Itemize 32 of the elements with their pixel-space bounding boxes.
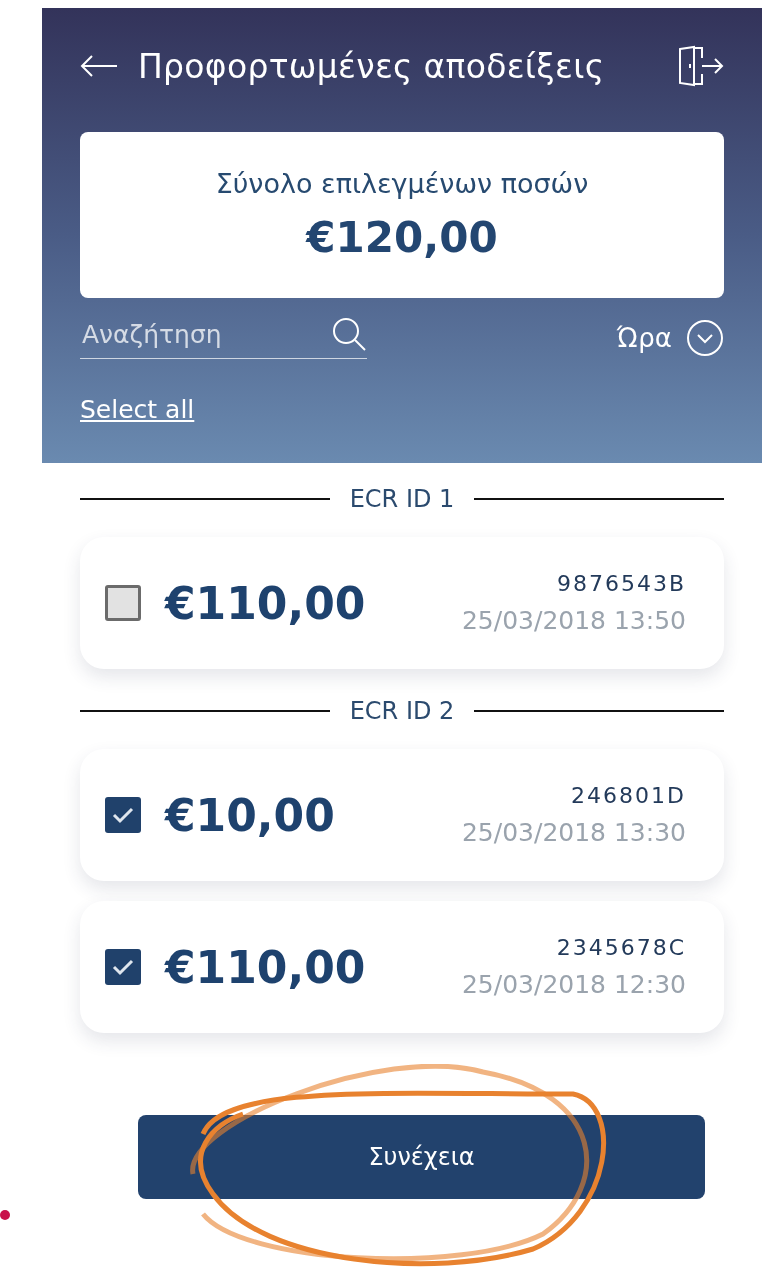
- search-icon: [331, 316, 367, 352]
- back-arrow-icon[interactable]: [80, 54, 118, 78]
- marker-dot: [0, 1210, 10, 1220]
- receipt-code: 2345678C: [556, 935, 686, 960]
- continue-button[interactable]: Συνέχεια: [138, 1115, 705, 1199]
- checkmark-icon: [112, 806, 134, 824]
- select-all-link[interactable]: Select all: [80, 395, 195, 424]
- receipt-datetime: 25/03/2018 12:30: [461, 970, 686, 999]
- receipt-card[interactable]: €110,00 9876543B 25/03/2018 13:50: [80, 537, 724, 669]
- receipt-card[interactable]: €10,00 246801D 25/03/2018 13:30: [80, 749, 724, 881]
- receipt-checkbox[interactable]: [105, 585, 141, 621]
- receipt-datetime: 25/03/2018 13:30: [461, 818, 686, 847]
- receipt-code: 246801D: [571, 783, 686, 808]
- receipt-card[interactable]: €110,00 2345678C 25/03/2018 12:30: [80, 901, 724, 1033]
- receipt-amount: €110,00: [165, 941, 367, 993]
- receipt-datetime: 25/03/2018 13:50: [461, 606, 686, 635]
- chevron-down-icon: [686, 318, 724, 357]
- summary-label: Σύνολο επιλεγμένων ποσών: [215, 168, 589, 199]
- group-label: ECR ID 2: [349, 697, 455, 725]
- receipt-code: 9876543B: [556, 571, 686, 596]
- group-label: ECR ID 1: [349, 485, 455, 513]
- receipt-amount: €110,00: [165, 577, 367, 629]
- summary-total: €120,00: [306, 213, 498, 262]
- logout-icon[interactable]: [678, 45, 724, 87]
- checkmark-icon: [112, 958, 134, 976]
- search-field[interactable]: Αναζήτηση: [80, 316, 367, 359]
- receipt-checkbox[interactable]: [105, 949, 141, 985]
- search-input[interactable]: Αναζήτηση: [80, 318, 331, 350]
- receipt-checkbox[interactable]: [105, 797, 141, 833]
- page-title: Προφορτωμένες αποδείξεις: [138, 46, 606, 86]
- receipt-amount: €10,00: [165, 789, 336, 841]
- sort-dropdown[interactable]: Ώρα: [616, 318, 724, 357]
